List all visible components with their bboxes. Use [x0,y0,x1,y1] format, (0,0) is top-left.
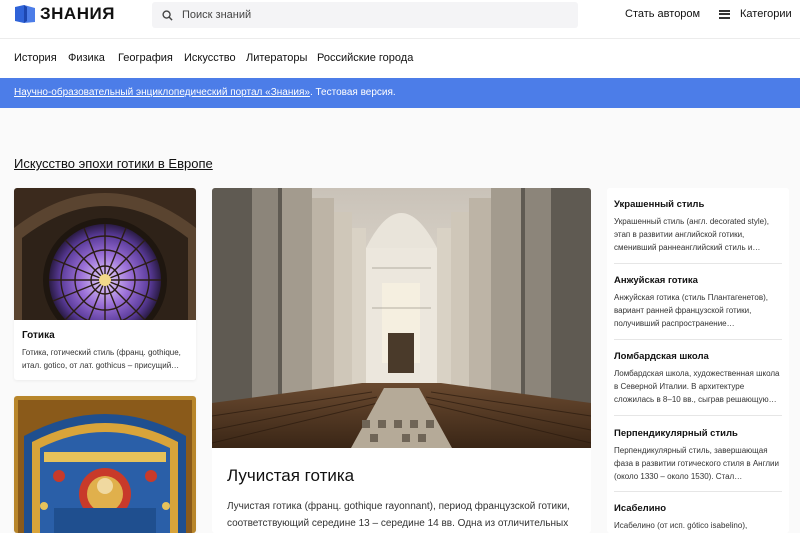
logo-text: ЗНАНИЯ [40,4,115,23]
related-articles-list: Украшенный стиль Украшенный стиль (англ.… [607,188,789,533]
nav-item-geography[interactable]: География [118,52,173,64]
article-card-enamel[interactable] [14,396,196,533]
search-icon [162,9,173,21]
search-input[interactable]: Поиск знаний [182,9,251,21]
info-banner: Научно-образовательный энциклопедический… [0,78,800,108]
section-title[interactable]: Искусство эпохи готики в Европе [14,156,213,171]
list-item[interactable]: Исабелино Исабелино (от исп. gótico isab… [614,503,782,532]
cathedral-nave-image [212,188,591,448]
card-title: Готика [22,330,55,341]
list-item-title: Анжуйская готика [614,275,698,286]
search-bar[interactable]: Поиск знаний [152,2,578,28]
portal-link[interactable]: Научно-образовательный энциклопедический… [14,87,310,98]
list-item[interactable]: Анжуйская готика Анжуйская готика (стиль… [614,275,782,330]
article-card-gothic[interactable]: Готика Готика, готический стиль (франц. … [14,188,196,380]
site-header: ЗНАНИЯ Поиск знаний Стать автором Катего… [0,0,800,30]
nav-item-russian-cities[interactable]: Российские города [317,52,413,64]
list-item[interactable]: Ломбардская школа Ломбардская школа, худ… [614,351,782,406]
divider [614,339,782,340]
divider [614,491,782,492]
featured-article-desc: Лучистая готика (франц. gothique rayonna… [227,501,570,529]
list-item[interactable]: Украшенный стиль Украшенный стиль (англ.… [614,199,782,254]
featured-article-title: Лучистая готика [227,466,355,485]
book-logo-icon [14,4,36,24]
featured-article-card[interactable]: Лучистая готика Лучистая готика (франц. … [212,188,591,533]
nav-item-writers[interactable]: Литераторы [246,52,307,64]
categories-label: Категории [740,8,792,20]
menu-icon [719,9,730,19]
become-author-link[interactable]: Стать автором [625,8,700,20]
list-item-desc: Анжуйская готика (стиль Плантагенетов), … [614,293,768,328]
rose-window-image [14,188,196,320]
list-item-desc: Ломбардская школа, художественная школа … [614,369,780,404]
list-item-desc: Исабелино (от исп. gótico isabelino), [614,521,748,530]
card-desc: Готика, готический стиль (франц. gothiqu… [22,348,181,370]
list-item-title: Украшенный стиль [614,199,705,210]
site-logo[interactable]: ЗНАНИЯ [14,4,115,24]
list-item-title: Ломбардская школа [614,351,709,362]
list-item-title: Исабелино [614,503,667,514]
divider [614,415,782,416]
enamel-plaque-image [14,396,196,533]
divider [614,263,782,264]
topic-nav: История Физика География Искусство Литер… [0,38,800,77]
list-item-title: Перпендикулярный стиль [614,428,738,439]
nav-item-history[interactable]: История [14,52,57,64]
banner-suffix: . Тестовая версия. [309,87,396,98]
list-item[interactable]: Перпендикулярный стиль Перпендикулярный … [614,428,782,483]
categories-button[interactable]: Категории [719,8,792,20]
list-item-desc: Перпендикулярный стиль, завершающая фаза… [614,446,779,481]
nav-item-art[interactable]: Искусство [184,52,236,64]
list-item-desc: Украшенный стиль (англ. decorated style)… [614,217,769,252]
nav-item-physics[interactable]: Физика [68,52,105,64]
